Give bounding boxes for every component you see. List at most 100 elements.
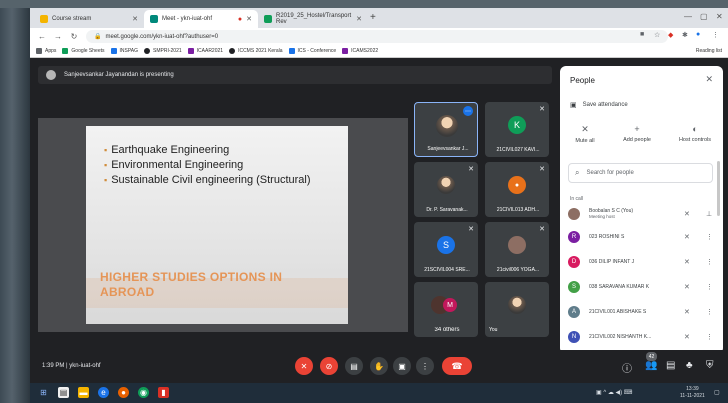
bookmark-smpri[interactable]: SMPRI-2021	[144, 48, 182, 54]
more-options-button[interactable]: ⋮	[416, 357, 434, 375]
mic-off-icon: ✕	[468, 226, 474, 233]
file-explorer-icon[interactable]: ▬	[78, 387, 89, 398]
chrome-icon[interactable]: ◉	[138, 387, 149, 398]
participant-tile[interactable]: ✕ Dr. P. Saravanak...	[414, 162, 478, 217]
globe-icon	[229, 48, 236, 54]
participant-tile[interactable]: ⋯ Sanjeevsankar J...	[414, 102, 478, 157]
participant-row[interactable]: S 038 SARAVANA KUMAR K ✕ ⋮	[568, 278, 718, 296]
mic-off-icon: ✕	[581, 124, 589, 134]
search-input[interactable]: ⌕ Search for people	[568, 163, 713, 183]
menu-icon[interactable]: ⋮	[712, 31, 719, 39]
mic-off-button[interactable]: ✕	[295, 357, 313, 375]
mic-off-icon[interactable]: ✕	[684, 258, 690, 266]
bookmark-inspag[interactable]: INSPAG	[110, 48, 138, 54]
mic-off-icon[interactable]: ✕	[684, 210, 690, 218]
participant-tile[interactable]: ✕ ● 21CIVIL013 ADH...	[485, 162, 549, 217]
notification-icon[interactable]: ▢	[714, 389, 720, 396]
self-tile[interactable]: You	[485, 282, 549, 337]
close-icon[interactable]: ✕	[132, 15, 138, 23]
forward-icon[interactable]: →	[54, 32, 62, 41]
close-icon[interactable]: ✕	[705, 74, 713, 85]
extension-icon[interactable]: ◆	[668, 31, 673, 39]
screen: Course stream ✕ Meet - ykn-iuat-ohf ● ✕ …	[0, 0, 728, 403]
bookmark-ics[interactable]: ICS - Conference	[288, 48, 336, 54]
puzzle-icon[interactable]: ✱	[682, 31, 688, 39]
mic-off-icon[interactable]: ✕	[684, 308, 690, 316]
close-icon[interactable]: ✕	[356, 15, 362, 23]
window-close-icon[interactable]: ✕	[716, 12, 723, 21]
mic-off-icon: ✕	[539, 106, 545, 113]
presentation-view[interactable]: ▪ Earthquake Engineering ▪ Environmental E…	[38, 118, 408, 332]
mic-off-icon[interactable]: ✕	[684, 333, 690, 341]
participant-tile[interactable]: ✕ S 21SCIVIL004 SRE...	[414, 222, 478, 277]
bookmark-icaar[interactable]: ICAAR2021	[187, 48, 223, 54]
presenting-banner: Sanjeevsankar Jayanandan is presenting	[38, 66, 552, 84]
slide: ▪ Earthquake Engineering ▪ Environmental E…	[86, 126, 348, 324]
firefox-icon[interactable]: ●	[118, 387, 129, 398]
more-options-icon[interactable]: ⋮	[706, 283, 713, 291]
store-icon[interactable]: ▤	[58, 387, 69, 398]
maximize-icon[interactable]: ▢	[700, 12, 708, 21]
bookmark-google-sheets[interactable]: Google Sheets	[62, 48, 105, 54]
profile-avatar-icon[interactable]: ●	[696, 31, 700, 38]
add-people-button[interactable]: + Add people	[612, 124, 662, 143]
camera-icon[interactable]: ■	[640, 31, 644, 38]
windows-start-icon[interactable]: ⊞	[38, 387, 49, 398]
new-tab-button[interactable]: +	[370, 12, 376, 23]
tab-hostel-transport[interactable]: R2019_25_Hostel/Transport Rev ✕	[258, 10, 368, 28]
address-bar[interactable]: 🔒 meet.google.com/ykn-iuat-ohf?authuser=…	[86, 30, 668, 43]
presenter-avatar	[46, 70, 56, 80]
avatar: D	[568, 256, 580, 268]
participant-row[interactable]: D 036 DILIP INFANT J ✕ ⋮	[568, 253, 718, 271]
leave-call-button[interactable]: ☎	[442, 357, 472, 375]
bookmark-iccms[interactable]: ICCMS 2021 Kerala	[229, 48, 283, 54]
more-options-icon[interactable]: ⋯	[463, 106, 473, 116]
participant-tile[interactable]: ✕ 21civil006 YOGA...	[485, 222, 549, 277]
others-tile[interactable]: M 34 others	[414, 282, 478, 337]
participant-tile[interactable]: ✕ K 21CIVIL027 KAVI...	[485, 102, 549, 157]
people-icon[interactable]: 👥	[645, 360, 657, 371]
present-button[interactable]: ▣	[393, 357, 411, 375]
mic-off-icon[interactable]: ✕	[684, 233, 690, 241]
more-options-icon[interactable]: ⋮	[706, 258, 713, 266]
camera-off-icon: ⊘	[325, 361, 333, 371]
back-icon[interactable]: ←	[38, 32, 46, 41]
mute-all-button[interactable]: ✕ Mute all	[560, 124, 610, 144]
participant-row[interactable]: A 21CIVIL001 ABISHAKE S ✕ ⋮	[568, 303, 718, 321]
activities-icon[interactable]: ♣	[686, 360, 693, 371]
close-icon[interactable]: ✕	[246, 15, 252, 23]
bookmark-icams[interactable]: ICAMS2022	[342, 48, 378, 54]
taskbar-clock[interactable]: 13:39 11-11-2021	[680, 386, 705, 400]
edge-icon[interactable]: e	[98, 387, 109, 398]
mic-off-icon[interactable]: ✕	[684, 283, 690, 291]
save-attendance-button[interactable]: ▣ Save attendance	[570, 101, 628, 109]
bookmark-apps[interactable]: Apps	[36, 48, 56, 54]
system-tray-icons[interactable]: ▣ ^ ☁ ◀) ⌨	[596, 389, 632, 396]
avatar	[436, 115, 458, 137]
chat-icon[interactable]: ▤	[666, 360, 675, 371]
minimize-icon[interactable]: —	[684, 12, 692, 21]
info-icon[interactable]: ⓘ	[622, 360, 632, 375]
more-options-icon[interactable]: ⋮	[706, 308, 713, 316]
more-options-icon[interactable]: ⋮	[706, 333, 713, 341]
host-controls-button[interactable]: ◐ Host controls	[670, 124, 720, 143]
participant-row[interactable]: R 023 ROSHINI S ✕ ⋮	[568, 228, 718, 246]
reading-list-button[interactable]: Reading list	[696, 48, 722, 54]
raise-hand-button[interactable]: ✋	[370, 357, 388, 375]
camera-off-button[interactable]: ⊘	[320, 357, 338, 375]
tab-meet[interactable]: Meet - ykn-iuat-ohf ● ✕	[144, 10, 258, 28]
star-icon[interactable]: ☆	[654, 31, 660, 39]
participant-row[interactable]: N 21CIVIL002 NISHANTH K... ✕ ⋮	[568, 328, 718, 346]
pin-icon[interactable]: ⊥	[706, 210, 712, 218]
participant-row[interactable]: Boobalan S C (You) Meeting host ✕ ⊥	[568, 205, 718, 223]
app-icon[interactable]: ▮	[158, 387, 169, 398]
host-controls-icon[interactable]: ⛨	[706, 360, 714, 371]
captions-button[interactable]: ▤	[345, 357, 363, 375]
avatar: ●	[508, 176, 526, 194]
scrollbar[interactable]	[717, 161, 720, 216]
others-count: 34 others	[434, 327, 460, 333]
tab-course-stream[interactable]: Course stream ✕	[34, 10, 144, 28]
more-options-icon[interactable]: ⋮	[706, 233, 713, 241]
monitor-edge	[0, 0, 728, 8]
reload-icon[interactable]: ↻	[70, 32, 78, 41]
